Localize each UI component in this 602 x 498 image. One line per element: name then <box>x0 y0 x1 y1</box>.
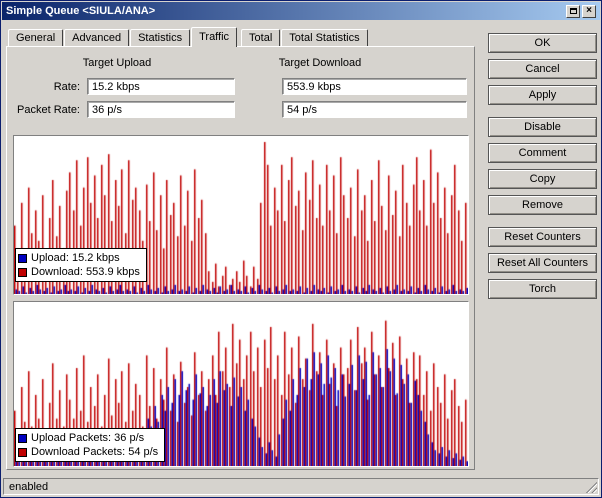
apply-button[interactable]: Apply <box>488 85 597 105</box>
traffic-panel: Target Upload Target Download Rate: 15.2… <box>6 46 475 470</box>
rate-download-field[interactable]: 553.9 kbps <box>282 78 467 95</box>
tab-total-statistics[interactable]: Total Statistics <box>281 29 368 46</box>
legend-row: Upload Packets: 36 p/s <box>18 431 158 445</box>
reset-all-counters-button[interactable]: Reset All Counters <box>488 253 597 273</box>
legend-row: Upload: 15.2 kbps <box>18 251 140 265</box>
tab-general[interactable]: General <box>8 29 64 46</box>
rate-legend: Upload: 15.2 kbps Download: 553.9 kbps <box>15 248 147 282</box>
packet-history-chart: Upload Packets: 36 p/s Download Packets:… <box>13 301 469 467</box>
rate-upload-field[interactable]: 15.2 kbps <box>87 78 235 95</box>
status-text: enabled <box>9 481 49 493</box>
simple-queue-window: Simple Queue <SIULA/ANA> × General Advan… <box>0 0 602 498</box>
upload-legend-label: Upload: 15.2 kbps <box>31 252 120 264</box>
maximize-button[interactable] <box>566 4 580 18</box>
close-button[interactable]: × <box>582 4 596 18</box>
target-upload-label: Target Upload <box>82 57 152 69</box>
maximize-icon <box>569 8 577 14</box>
legend-row: Download Packets: 54 p/s <box>18 445 158 459</box>
packet-legend: Upload Packets: 36 p/s Download Packets:… <box>15 428 166 462</box>
packet-rate-upload-field[interactable]: 36 p/s <box>87 101 235 118</box>
disable-button[interactable]: Disable <box>488 117 597 137</box>
comment-button[interactable]: Comment <box>488 143 597 163</box>
packet-rate-label: Packet Rate: <box>17 104 80 116</box>
ok-button[interactable]: OK <box>488 33 597 53</box>
rate-history-chart: Upload: 15.2 kbps Download: 553.9 kbps <box>13 135 469 295</box>
tab-statistics[interactable]: Statistics <box>130 29 191 46</box>
cancel-button[interactable]: Cancel <box>488 59 597 79</box>
close-icon: × <box>586 5 592 16</box>
download-packets-legend-label: Download Packets: 54 p/s <box>31 446 159 458</box>
tab-advanced[interactable]: Advanced <box>64 29 130 46</box>
titlebar[interactable]: Simple Queue <SIULA/ANA> × <box>2 2 600 20</box>
rate-label: Rate: <box>53 81 80 93</box>
upload-packets-legend-label: Upload Packets: 36 p/s <box>31 432 145 444</box>
legend-row: Download: 553.9 kbps <box>18 265 140 279</box>
target-download-label: Target Download <box>278 57 362 69</box>
tab-total[interactable]: Total <box>241 29 281 46</box>
remove-button[interactable]: Remove <box>488 195 597 215</box>
download-swatch <box>18 267 27 277</box>
upload-swatch <box>18 253 27 263</box>
resize-grip[interactable] <box>584 480 597 493</box>
tab-bar: General Advanced Statistics Traffic Tota… <box>8 27 369 47</box>
packet-rate-download-field[interactable]: 54 p/s <box>282 101 467 118</box>
download-packets-swatch <box>18 447 27 457</box>
window-title: Simple Queue <SIULA/ANA> <box>6 5 156 17</box>
tab-traffic[interactable]: Traffic <box>191 27 238 47</box>
torch-button[interactable]: Torch <box>488 279 597 299</box>
upload-packets-swatch <box>18 433 27 443</box>
status-bar: enabled <box>3 478 599 495</box>
reset-counters-button[interactable]: Reset Counters <box>488 227 597 247</box>
copy-button[interactable]: Copy <box>488 169 597 189</box>
download-legend-label: Download: 553.9 kbps <box>31 266 140 278</box>
